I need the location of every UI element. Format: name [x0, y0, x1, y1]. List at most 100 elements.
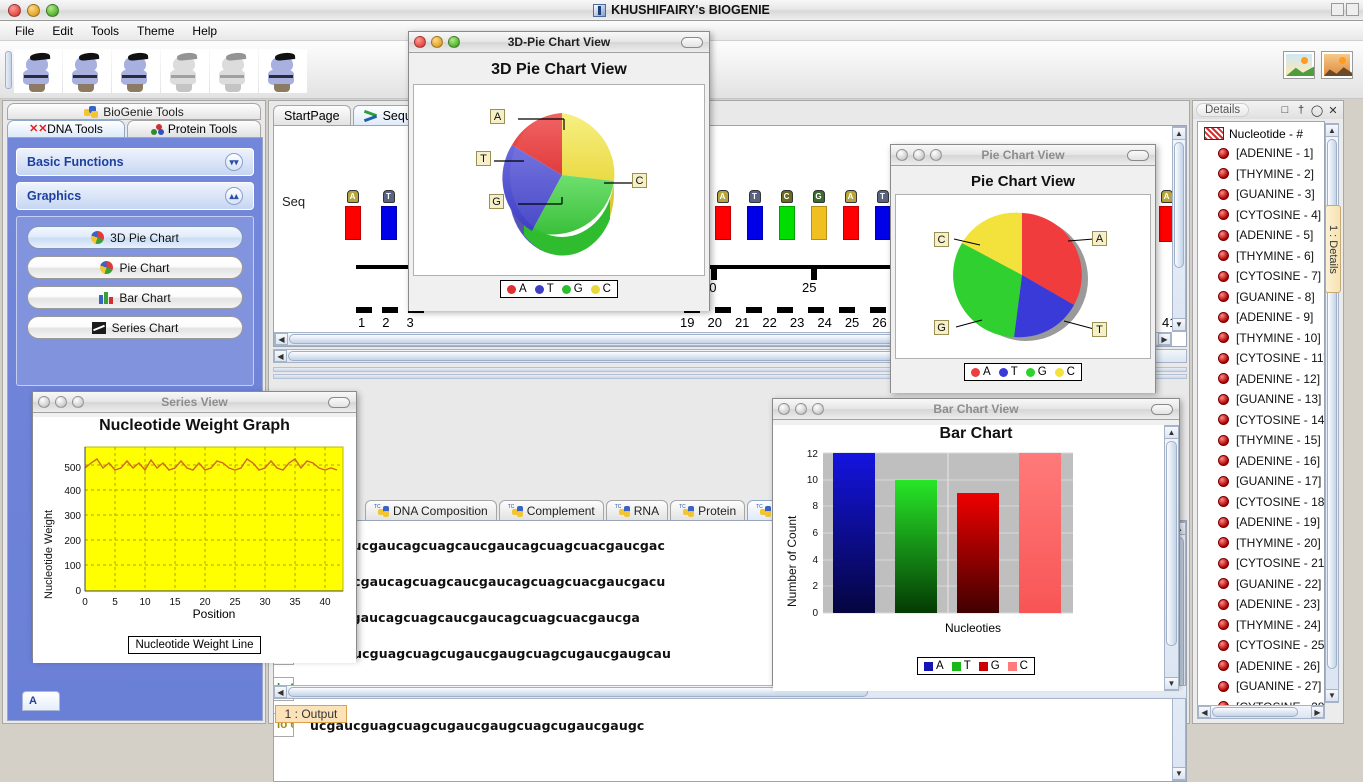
scroll-down-icon[interactable]: ▼ [1172, 767, 1186, 780]
tab-protein[interactable]: TC Protein [670, 500, 745, 520]
toolbar-drag-handle[interactable] [5, 51, 12, 89]
details-list-item[interactable]: [THYMINE - 24] [1198, 615, 1324, 636]
chart-canvas-3d-pie[interactable]: A T G C [413, 84, 705, 276]
details-list-item[interactable]: [CYTOSINE - 11] [1198, 348, 1324, 369]
sidebar-bottom-tab[interactable]: A [22, 691, 60, 711]
details-horizontal-scrollbar[interactable]: ◀ ▶ [1197, 705, 1325, 719]
scroll-right-icon[interactable]: ▶ [1158, 333, 1171, 345]
details-list-item[interactable]: [GUANINE - 17] [1198, 471, 1324, 492]
chevron-up-icon[interactable]: ▴▴ [225, 187, 243, 205]
scroll-down-icon[interactable]: ▼ [1325, 689, 1339, 702]
tab-biogenie-tools[interactable]: BioGenie Tools [7, 103, 261, 120]
details-list-item[interactable]: [ADENINE - 5] [1198, 225, 1324, 246]
images-icon[interactable] [1283, 51, 1315, 79]
scroll-left-icon[interactable]: ◀ [274, 686, 287, 698]
chart-canvas-bar[interactable]: Number of Count [773, 445, 1179, 645]
scroll-left-icon[interactable]: ◀ [275, 333, 288, 345]
nucleotide-column[interactable]: T [746, 190, 763, 240]
picture-icon[interactable] [1321, 51, 1353, 79]
window-toolbar-toggle[interactable] [681, 37, 703, 48]
tab-startpage[interactable]: StartPage [273, 105, 351, 125]
scroll-left-icon[interactable]: ◀ [274, 350, 287, 362]
float-icon[interactable]: ◯ [1310, 104, 1324, 117]
details-list-item[interactable]: [GUANINE - 8] [1198, 287, 1324, 308]
details-list-item[interactable]: [CYTOSINE - 4] [1198, 205, 1324, 226]
details-list-item[interactable]: [ADENINE - 16] [1198, 451, 1324, 472]
details-list-item[interactable]: [ADENINE - 23] [1198, 594, 1324, 615]
status-tab-output[interactable]: 1 : Output [275, 705, 347, 723]
menu-tools[interactable]: Tools [84, 22, 126, 40]
toolbar-genie-button-6[interactable] [259, 49, 307, 93]
details-list-item[interactable]: [THYMINE - 6] [1198, 246, 1324, 267]
details-item-list[interactable]: [ADENINE - 1][THYMINE - 2][GUANINE - 3][… [1198, 143, 1324, 717]
details-list-item[interactable]: [GUANINE - 3] [1198, 184, 1324, 205]
scroll-down-icon[interactable]: ▼ [1164, 677, 1179, 690]
details-list-item[interactable]: [THYMINE - 2] [1198, 164, 1324, 185]
window-toolbar-toggle[interactable] [1151, 404, 1173, 415]
nucleotide-column[interactable]: A [344, 190, 361, 240]
details-list-item[interactable]: [THYMINE - 15] [1198, 430, 1324, 451]
button-pie-chart[interactable]: Pie Chart [27, 256, 243, 279]
title-right-controls[interactable] [1331, 3, 1359, 16]
toolbar-genie-button-2[interactable] [63, 49, 111, 93]
menu-file[interactable]: File [8, 22, 41, 40]
nucleotide-column[interactable]: A [714, 190, 731, 240]
bar-window-vertical-scrollbar[interactable]: ▲ ▼ [1164, 425, 1179, 691]
details-list-item[interactable]: [ADENINE - 1] [1198, 143, 1324, 164]
toolbar-genie-button-3[interactable] [112, 49, 160, 93]
toolbar-right-buttons[interactable] [1283, 51, 1353, 79]
details-list-item[interactable]: [ADENINE - 19] [1198, 512, 1324, 533]
scroll-right-icon[interactable]: ▶ [1311, 706, 1324, 718]
side-tab-details[interactable]: 1 : Details [1325, 205, 1341, 293]
details-list-item[interactable]: [THYMINE - 20] [1198, 533, 1324, 554]
tab-rna[interactable]: TC RNA [606, 500, 668, 520]
details-list-item[interactable]: [CYTOSINE - 25] [1198, 635, 1324, 656]
details-list-item[interactable]: [CYTOSINE - 18] [1198, 492, 1324, 513]
details-list-item[interactable]: [CYTOSINE - 7] [1198, 266, 1324, 287]
toolbar-genie-button-1[interactable] [14, 49, 62, 93]
close-icon[interactable]: ✕ [1326, 104, 1340, 117]
details-tree-root[interactable]: Nucleotide - # [1198, 124, 1324, 143]
details-list-item[interactable]: [GUANINE - 13] [1198, 389, 1324, 410]
window-bar-titlebar[interactable]: Bar Chart View [773, 399, 1179, 420]
menu-theme[interactable]: Theme [130, 22, 181, 40]
details-list-item[interactable]: [ADENINE - 26] [1198, 656, 1324, 677]
toolbar-buttons[interactable] [14, 49, 308, 93]
scroll-down-icon[interactable]: ▼ [1172, 318, 1186, 331]
menu-edit[interactable]: Edit [45, 22, 80, 40]
menu-help[interactable]: Help [185, 22, 224, 40]
details-list-item[interactable]: [GUANINE - 22] [1198, 574, 1324, 595]
nucleotide-column[interactable]: C [778, 190, 795, 240]
details-list-item[interactable]: [ADENINE - 12] [1198, 369, 1324, 390]
details-list-item[interactable]: [GUANINE - 27] [1198, 676, 1324, 697]
details-tree[interactable]: Nucleotide - # [ADENINE - 1][THYMINE - 2… [1197, 121, 1325, 719]
close-icon[interactable] [1346, 3, 1359, 16]
chevron-down-icon[interactable]: ▾▾ [225, 153, 243, 171]
tab-complement[interactable]: TC Complement [499, 500, 604, 520]
window-pie-titlebar[interactable]: Pie Chart View [891, 145, 1155, 166]
analysis-tab-strip[interactable]: TC DNA Composition TC Complement TC RNA … [365, 500, 811, 520]
scroll-up-icon[interactable]: ▲ [1325, 124, 1339, 137]
accordion-basic-functions[interactable]: Basic Functions ▾▾ [16, 148, 254, 176]
details-list-item[interactable]: [ADENINE - 9] [1198, 307, 1324, 328]
button-3d-pie-chart[interactable]: 3D Pie Chart [27, 226, 243, 249]
details-list-item[interactable]: [THYMINE - 10] [1198, 328, 1324, 349]
window-series-titlebar[interactable]: Series View [33, 392, 356, 413]
window-toolbar-toggle[interactable] [1127, 150, 1149, 161]
nucleotide-column[interactable]: G [810, 190, 827, 240]
scroll-left-icon[interactable]: ◀ [1198, 706, 1211, 718]
window-series-view[interactable]: Series View Nucleotide Weight Graph Nucl… [32, 391, 357, 659]
restore-icon[interactable] [1331, 3, 1344, 16]
sequence-vertical-scrollbar[interactable]: ▲ ▼ [1172, 126, 1186, 332]
scroll-up-icon[interactable]: ▲ [1172, 127, 1186, 140]
tab-dna-composition[interactable]: TC DNA Composition [365, 500, 497, 520]
button-bar-chart[interactable]: Bar Chart [27, 286, 243, 309]
scroll-up-icon[interactable]: ▲ [1164, 426, 1179, 439]
maximize-icon[interactable]: □ [1278, 104, 1292, 116]
button-series-chart[interactable]: Series Chart [27, 316, 243, 339]
window-toolbar-toggle[interactable] [328, 397, 350, 408]
chart-canvas-pie[interactable]: C A G T [895, 194, 1151, 359]
nucleotide-column[interactable]: A [842, 190, 859, 240]
window-3d-pie-titlebar[interactable]: 3D-Pie Chart View [409, 32, 709, 53]
sidebar-tab-dna-tools[interactable]: ✕✕ DNA Tools [7, 120, 125, 137]
